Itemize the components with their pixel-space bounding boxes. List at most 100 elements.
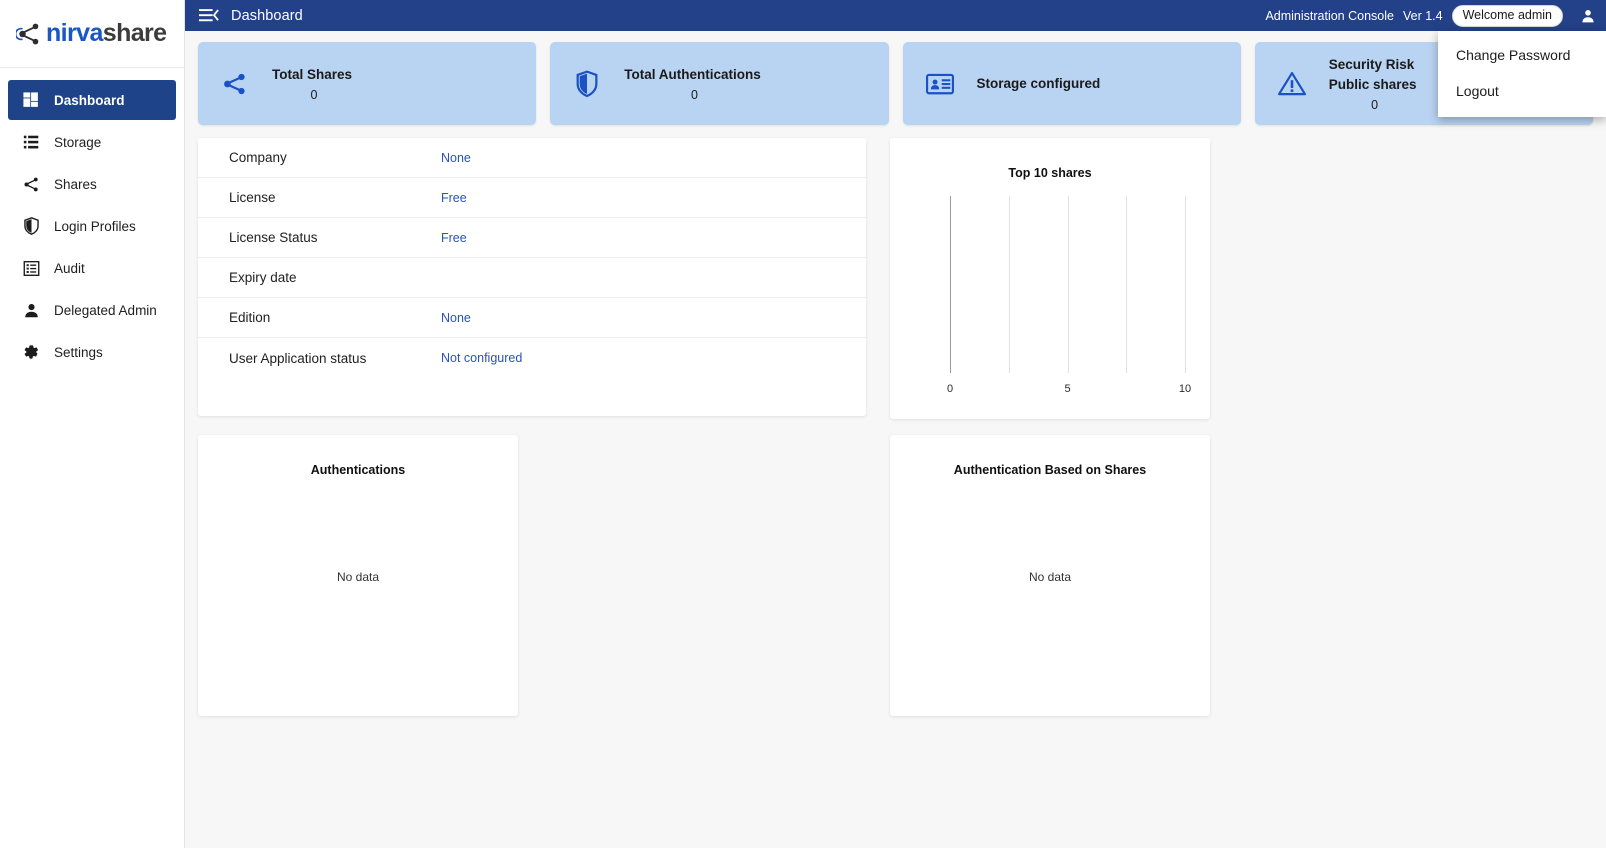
- kpi-title: Security Risk: [1329, 55, 1415, 75]
- info-key: License Status: [229, 230, 441, 245]
- share-nodes-icon: [20, 174, 42, 194]
- topbar-left: Dashboard: [199, 6, 303, 26]
- sidebar-item-label: Settings: [54, 345, 103, 360]
- kpi-card-row: Total Shares 0 Total Authentications 0: [198, 42, 1593, 125]
- table-row: User Application status Not configured: [198, 338, 866, 378]
- sidebar-item-shares[interactable]: Shares: [8, 164, 176, 204]
- kpi-value: 0: [1367, 98, 1378, 112]
- kpi-body: Storage configured: [977, 74, 1101, 94]
- storage-card-icon: [925, 69, 955, 99]
- person-icon: [20, 300, 42, 320]
- license-info-card: Company None License Free License Status…: [198, 138, 866, 416]
- kpi-card-storage-configured[interactable]: Storage configured: [903, 42, 1241, 125]
- kpi-title: Storage configured: [977, 74, 1101, 94]
- info-key: License: [229, 190, 441, 205]
- sidebar-item-audit[interactable]: Audit: [8, 248, 176, 288]
- menu-item-logout[interactable]: Logout: [1438, 73, 1606, 109]
- chart-axis-line: 0: [950, 196, 951, 373]
- chart-gridline: [1126, 196, 1127, 373]
- info-key: User Application status: [229, 351, 441, 366]
- kpi-subtitle: Public shares: [1329, 75, 1417, 95]
- chart-plot-area: 0 5 10: [950, 196, 1185, 373]
- sidebar-item-label: Storage: [54, 135, 101, 150]
- sidebar-item-label: Delegated Admin: [54, 303, 157, 318]
- sidebar-item-label: Audit: [54, 261, 85, 276]
- kpi-body: Total Authentications 0: [624, 65, 761, 103]
- shield-icon: [20, 216, 42, 236]
- sidebar-item-label: Dashboard: [54, 93, 125, 108]
- chart-gridline: [1009, 196, 1010, 373]
- kpi-card-total-authentications[interactable]: Total Authentications 0: [550, 42, 888, 125]
- chart-empty-text: No data: [890, 570, 1210, 584]
- content-area: Total Shares 0 Total Authentications 0: [185, 31, 1606, 848]
- chart-gridline: 10: [1185, 196, 1186, 373]
- sidebar-item-delegated-admin[interactable]: Delegated Admin: [8, 290, 176, 330]
- info-value: Free: [441, 231, 467, 245]
- shield-icon: [572, 69, 602, 99]
- sidebar-item-label: Login Profiles: [54, 219, 136, 234]
- sidebar-nav: Dashboard Storage: [0, 68, 184, 372]
- storage-list-icon: [20, 132, 42, 152]
- main-region: Dashboard Administration Console Ver 1.4…: [185, 0, 1606, 848]
- brand-wordmark: nirvashare: [46, 19, 166, 48]
- kpi-card-total-shares[interactable]: Total Shares 0: [198, 42, 536, 125]
- topbar-right: Administration Console Ver 1.4 Welcome a…: [1265, 4, 1600, 28]
- version-label: Ver 1.4: [1403, 9, 1443, 23]
- sidebar-item-dashboard[interactable]: Dashboard: [8, 80, 176, 120]
- info-key: Edition: [229, 310, 441, 325]
- console-label: Administration Console: [1265, 9, 1394, 23]
- kpi-title: Total Authentications: [624, 65, 761, 85]
- brand-word-secondary: share: [103, 19, 167, 47]
- bottom-row: Authentications No data Authentication B…: [198, 435, 1593, 716]
- brand-logo[interactable]: nirvashare: [0, 0, 184, 68]
- kpi-body: Total Shares 0: [272, 65, 352, 103]
- user-dropdown-menu: Change Password Logout: [1438, 31, 1606, 117]
- gear-icon: [20, 342, 42, 362]
- sidebar: nirvashare Dashboard: [0, 0, 185, 848]
- sidebar-item-label: Shares: [54, 177, 97, 192]
- sidebar-item-storage[interactable]: Storage: [8, 122, 176, 162]
- info-key: Company: [229, 150, 441, 165]
- kpi-value: 0: [687, 88, 698, 102]
- chart-authentications: Authentications No data: [198, 435, 518, 716]
- menu-item-change-password[interactable]: Change Password: [1438, 37, 1606, 73]
- page-title: Dashboard: [231, 8, 303, 24]
- chart-authentication-based-on-shares: Authentication Based on Shares No data: [890, 435, 1210, 716]
- sidebar-item-settings[interactable]: Settings: [8, 332, 176, 372]
- chart-tick-label: 0: [947, 383, 953, 395]
- sidebar-item-login-profiles[interactable]: Login Profiles: [8, 206, 176, 246]
- share-nodes-icon: [220, 69, 250, 99]
- chart-title: Authentications: [198, 463, 518, 477]
- table-row: Company None: [198, 138, 866, 178]
- info-value: None: [441, 151, 471, 165]
- chart-empty-text: No data: [198, 570, 518, 584]
- dashboard-page: nirvashare Dashboard: [0, 0, 1606, 848]
- chart-title: Authentication Based on Shares: [890, 463, 1210, 477]
- table-row: Edition None: [198, 298, 866, 338]
- info-value: None: [441, 311, 471, 325]
- audit-document-icon: [20, 258, 42, 278]
- chart-gridline: 5: [1068, 196, 1069, 373]
- table-row: License Free: [198, 178, 866, 218]
- info-key: Expiry date: [229, 270, 441, 285]
- person-icon[interactable]: [1576, 4, 1600, 28]
- info-value: Free: [441, 191, 467, 205]
- topbar: Dashboard Administration Console Ver 1.4…: [185, 0, 1606, 31]
- brand-word-primary: nirva: [46, 19, 103, 47]
- warning-triangle-icon: [1277, 69, 1307, 99]
- kpi-body: Security Risk Public shares 0: [1329, 55, 1417, 112]
- mid-row: Company None License Free License Status…: [198, 138, 1593, 419]
- chart-top-10-shares: Top 10 shares 0 5 10: [890, 138, 1210, 419]
- info-value: Not configured: [441, 351, 522, 365]
- chart-title: Top 10 shares: [890, 166, 1210, 180]
- chart-tick-label: 5: [1064, 383, 1070, 395]
- chart-tick-label: 10: [1179, 383, 1191, 395]
- kpi-title: Total Shares: [272, 65, 352, 85]
- dashboard-grid-icon: [20, 90, 42, 110]
- table-row: Expiry date: [198, 258, 866, 298]
- welcome-admin-button[interactable]: Welcome admin: [1452, 5, 1563, 27]
- kpi-value: 0: [307, 88, 318, 102]
- table-row: License Status Free: [198, 218, 866, 258]
- share-nodes-icon: [16, 21, 42, 47]
- hamburger-collapse-icon[interactable]: [199, 6, 219, 26]
